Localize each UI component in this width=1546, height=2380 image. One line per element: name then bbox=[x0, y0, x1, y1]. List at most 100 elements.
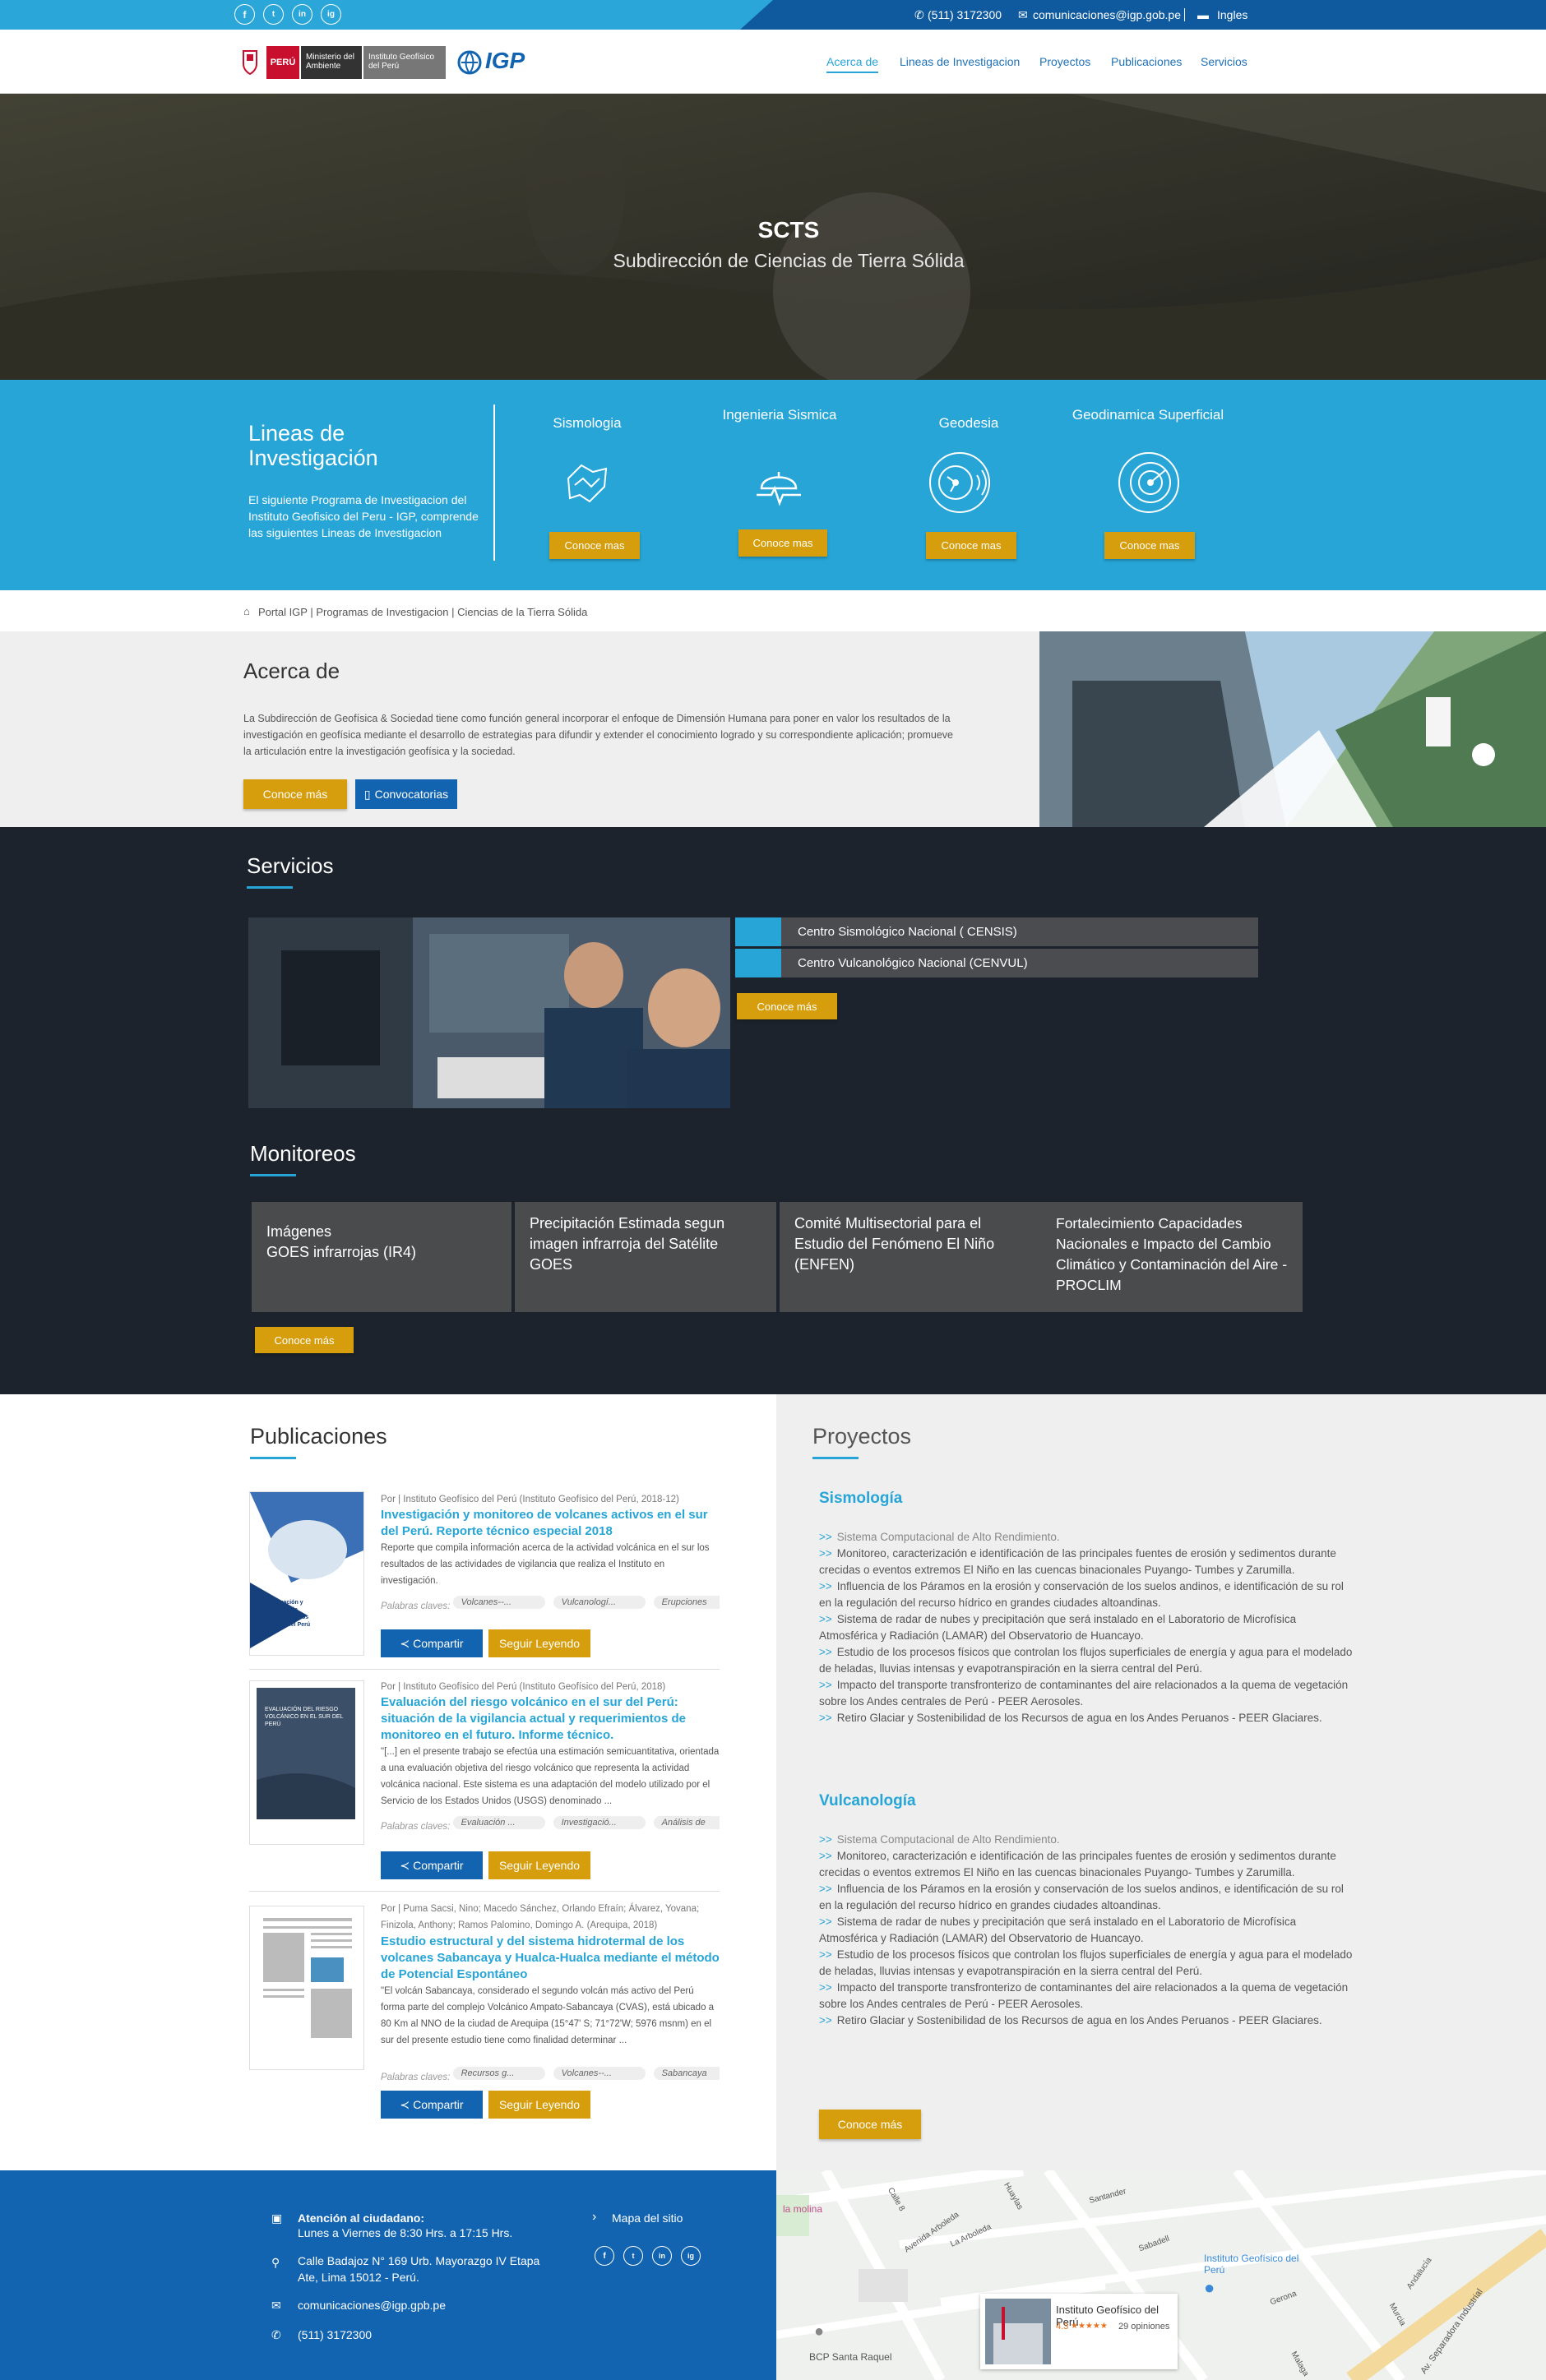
nav-proyectos[interactable]: Proyectos bbox=[1039, 55, 1090, 68]
publication-thumb-3[interactable] bbox=[249, 1906, 364, 2070]
facebook-icon[interactable]: f bbox=[234, 4, 255, 25]
publication-1-title[interactable]: Investigación y monitoreo de volcanes ac… bbox=[381, 1507, 720, 1540]
publication-1-tag[interactable]: Volcanes--... bbox=[452, 1596, 545, 1609]
proyecto-item[interactable]: >> Sistema Computacional de Alto Rendimie… bbox=[819, 1529, 1354, 1546]
publication-1-tag[interactable]: Vulcanologí... bbox=[553, 1596, 646, 1609]
acerca-text: La Subdirección de Geofísica & Sociedad … bbox=[243, 713, 954, 757]
proyecto-item[interactable]: >> Retiro Glaciar y Sostenibilidad de los… bbox=[819, 1710, 1354, 1726]
linea-label-ingenieria: Ingenieria Sismica bbox=[722, 407, 837, 423]
servicio-cenvul[interactable]: Centro Vulcanológico Nacional (CENVUL) bbox=[735, 949, 1258, 977]
publication-2-tag[interactable]: Análisis de bbox=[653, 1816, 720, 1829]
publication-thumb-2[interactable]: EVALUACIÓN DEL RIESGO VOLCÁNICO EN EL SU… bbox=[249, 1680, 364, 1845]
logo-igp[interactable]: IGP bbox=[485, 48, 525, 74]
proyecto-item[interactable]: >> Retiro Glaciar y Sostenibilidad de los… bbox=[819, 2013, 1354, 2029]
linea-button-sismologia[interactable]: Conoce mas bbox=[549, 532, 640, 559]
twitter-icon[interactable]: t bbox=[263, 4, 284, 25]
publication-2-title[interactable]: Evaluación del riesgo volcánico en el su… bbox=[381, 1694, 720, 1744]
publication-3-tag[interactable]: Volcanes--... bbox=[553, 2067, 646, 2080]
publication-1-keywords-label: Palabras claves: bbox=[381, 1601, 451, 1611]
publication-1-read-button[interactable]: Seguir Leyendo bbox=[488, 1629, 590, 1657]
publication-3-meta: Por | Puma Sacsi, Nino; Macedo Sánchez, … bbox=[381, 1904, 700, 1930]
facebook-icon[interactable]: f bbox=[595, 2246, 614, 2266]
proyecto-item[interactable]: >> Sistema de radar de nubes y precipitac… bbox=[819, 1914, 1354, 1947]
building-icon: ▣ bbox=[271, 2211, 283, 2225]
publication-1-share-button[interactable]: ≺ Compartir bbox=[381, 1629, 483, 1657]
publication-1: Por | Instituto Geofísico del Perú (Inst… bbox=[381, 1495, 720, 1611]
top-email[interactable]: comunicaciones@igp.gob.pe bbox=[1033, 8, 1181, 21]
footer-sitemap-link[interactable]: Mapa del sitio bbox=[612, 2210, 683, 2226]
proyecto-item[interactable]: >> Monitoreo, caracterización e identific… bbox=[819, 1848, 1354, 1881]
publication-3-tag[interactable]: Recursos g... bbox=[452, 2067, 545, 2080]
proyecto-item[interactable]: >> Impacto del transporte transfronterizo… bbox=[819, 1677, 1354, 1710]
servicios-title: Servicios bbox=[247, 853, 334, 878]
lineas-description: El siguiente Programa de Investigacion d… bbox=[248, 493, 479, 539]
nav-servicios[interactable]: Servicios bbox=[1201, 55, 1247, 68]
linea-button-geodesia[interactable]: Conoce mas bbox=[926, 532, 1016, 559]
publication-1-tag[interactable]: Erupciones bbox=[653, 1596, 720, 1609]
proyecto-item[interactable]: >> Estudio de los procesos físicos que co… bbox=[819, 1644, 1354, 1677]
instagram-icon[interactable]: ig bbox=[681, 2246, 701, 2266]
proyectos-more-button[interactable]: Conoce más bbox=[819, 2110, 921, 2139]
publication-3-tag[interactable]: Sabancaya bbox=[653, 2067, 720, 2080]
publication-3-text: "El volcán Sabancaya, considerado el seg… bbox=[381, 1986, 715, 2045]
location-map[interactable]: la molina Calle 8 Avenida Arboleda La Ar… bbox=[776, 2170, 1546, 2380]
proyectos-group-sismologia[interactable]: Sismología bbox=[819, 1490, 902, 1508]
mail-icon: ✉ bbox=[271, 2299, 281, 2312]
servicio-censis[interactable]: Centro Sismológico Nacional ( CENSIS) bbox=[735, 917, 1258, 946]
proyecto-item[interactable]: >> Influencia de los Páramos en la erosió… bbox=[819, 1881, 1354, 1914]
nav-acerca-de[interactable]: Acerca de bbox=[826, 55, 879, 73]
convocatorias-button[interactable]: ▯ Convocatorias bbox=[355, 779, 457, 809]
instagram-icon[interactable]: ig bbox=[321, 4, 341, 25]
publication-2-share-button[interactable]: ≺ Compartir bbox=[381, 1851, 483, 1879]
proyectos-list-sismologia: >> Sistema Computacional de Alto Rendimie… bbox=[819, 1529, 1354, 1726]
monitoreo-card-proclim[interactable]: Fortalecimiento Capacidades Nacionales e… bbox=[1041, 1202, 1303, 1312]
monitoreo-card-precipitacion[interactable]: Precipitación Estimada segun imagen infr… bbox=[515, 1202, 776, 1312]
monitoreo-card-enfen[interactable]: Comité Multisectorial para el Estudio de… bbox=[780, 1202, 1041, 1312]
proyecto-item[interactable]: >> Influencia de los Páramos en la erosió… bbox=[819, 1578, 1354, 1611]
servicios-more-button[interactable]: Conoce más bbox=[737, 993, 837, 1019]
footer-phone[interactable]: (511) 3172300 bbox=[298, 2327, 372, 2343]
proyectos-group-vulcanologia[interactable]: Vulcanología bbox=[819, 1792, 916, 1810]
footer-email[interactable]: comunicaciones@igp.gpb.pe bbox=[298, 2297, 446, 2313]
phone-icon: ✆ bbox=[271, 2328, 281, 2341]
logo-instituto: Instituto Geofísico del Perú bbox=[363, 46, 446, 79]
linkedin-icon[interactable]: in bbox=[652, 2246, 672, 2266]
top-phone[interactable]: (511) 3172300 bbox=[928, 8, 1002, 21]
linea-button-ingenieria[interactable]: Conoce mas bbox=[738, 529, 827, 557]
publication-3-share-button[interactable]: ≺ Compartir bbox=[381, 2091, 483, 2119]
nav-publicaciones[interactable]: Publicaciones bbox=[1111, 55, 1182, 68]
proyecto-item[interactable]: >> Sistema Computacional de Alto Rendimie… bbox=[819, 1832, 1354, 1848]
seismology-map-icon bbox=[557, 454, 618, 515]
monitoreos-more-button[interactable]: Conoce más bbox=[255, 1327, 354, 1353]
map-place-card[interactable]: Instituto Geofísico del Perú 4.3 ★★★★★ 2… bbox=[980, 2294, 1178, 2369]
acerca-more-button[interactable]: Conoce más bbox=[243, 779, 347, 809]
satellite-signal-icon bbox=[929, 452, 990, 513]
publication-3-read-button[interactable]: Seguir Leyendo bbox=[488, 2091, 590, 2119]
publication-2-read-button[interactable]: Seguir Leyendo bbox=[488, 1851, 590, 1879]
linkedin-icon[interactable]: in bbox=[292, 4, 312, 25]
language-link[interactable]: Ingles bbox=[1217, 8, 1247, 21]
nav-lineas[interactable]: Lineas de Investigacion bbox=[900, 55, 1020, 68]
publication-thumb-1[interactable]: Investigación y Monitoreo de Volcanes Ac… bbox=[249, 1491, 364, 1656]
home-icon[interactable]: ⌂ bbox=[243, 605, 250, 617]
proyecto-item[interactable]: >> Impacto del transporte transfronterizo… bbox=[819, 1980, 1354, 2013]
publication-2-tag[interactable]: Investigació... bbox=[553, 1816, 646, 1829]
proyecto-item[interactable]: >> Monitoreo, caracterización e identific… bbox=[819, 1546, 1354, 1578]
linea-button-geodinamica[interactable]: Conoce mas bbox=[1104, 532, 1195, 559]
monitoreo-card-goes-ir4[interactable]: Imágenes GOES infrarrojas (IR4) bbox=[252, 1202, 511, 1312]
twitter-icon[interactable]: t bbox=[623, 2246, 643, 2266]
publication-1-meta: Por | Instituto Geofísico del Perú (Inst… bbox=[381, 1495, 679, 1504]
publication-divider bbox=[249, 1669, 720, 1670]
map-pin-icon[interactable]: ● bbox=[1204, 2277, 1215, 2299]
breadcrumb[interactable]: Portal IGP | Programas de Investigacion … bbox=[258, 606, 587, 618]
map-label-igp[interactable]: Instituto Geofísico del Perú bbox=[1204, 2253, 1303, 2276]
map-card-reviews[interactable]: 29 opiniones bbox=[1118, 2322, 1169, 2331]
proyecto-item[interactable]: >> Sistema de radar de nubes y precipitac… bbox=[819, 1611, 1354, 1644]
publication-2-tag[interactable]: Evaluación ... bbox=[452, 1816, 545, 1829]
publication-3-title[interactable]: Estudio estructural y del sistema hidrot… bbox=[381, 1934, 720, 1983]
linea-label-geodesia: Geodesia bbox=[938, 415, 999, 431]
proyecto-item[interactable]: >> Estudio de los procesos físicos que co… bbox=[819, 1947, 1354, 1980]
share-icon: ≺ bbox=[400, 1636, 410, 1650]
igp-logo-icon[interactable] bbox=[457, 48, 482, 77]
hero-title: SCTS bbox=[757, 217, 820, 243]
